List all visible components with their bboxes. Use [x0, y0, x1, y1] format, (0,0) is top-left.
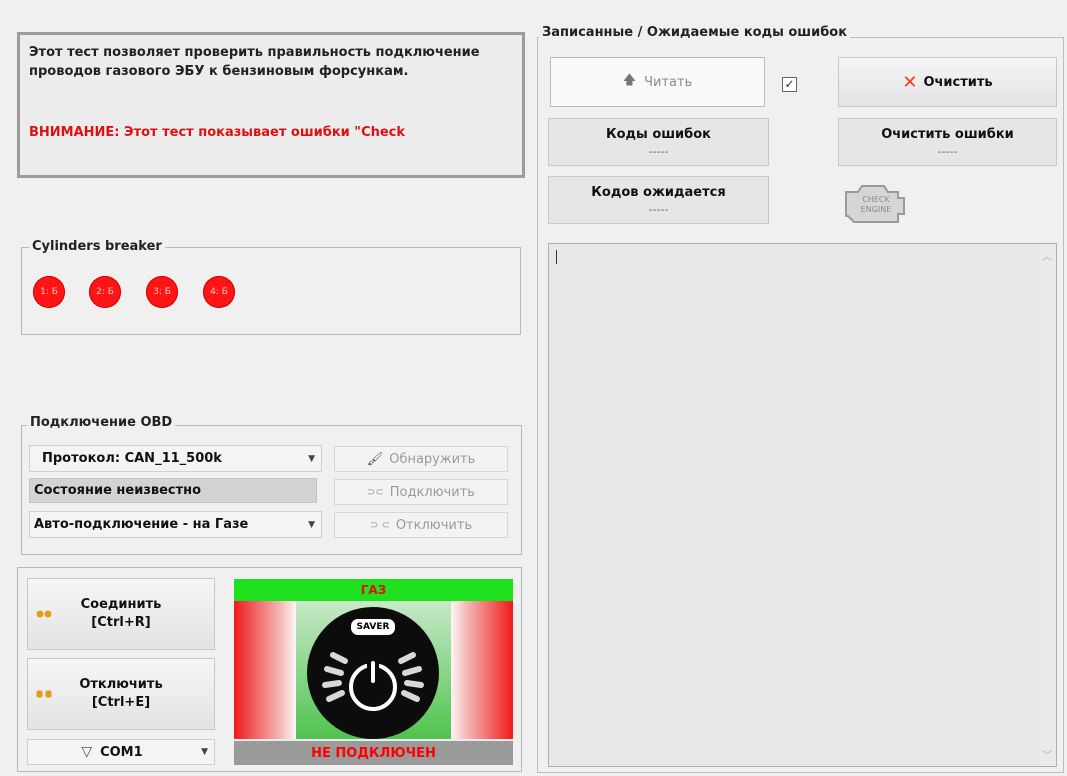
arrow-up-icon: 🡅 [622, 73, 637, 88]
fuel-mode-label: ГАЗ [360, 583, 387, 597]
detect-button[interactable]: 🖌 Обнаружить [334, 446, 508, 472]
clear-errors-label: Очистить ошибки [881, 127, 1014, 142]
read-button[interactable]: 🡅 Читать [550, 57, 765, 107]
obd-disconnect-button[interactable]: ⊃ ⊂ Отключить [334, 512, 508, 538]
disconnect-button[interactable]: Отключить [Ctrl+E] [27, 658, 215, 730]
disconnect-button-label: Отключить [79, 677, 163, 692]
error-log-textarea[interactable]: ︿ ﹀ [548, 243, 1057, 767]
error-codes-label: Коды ошибок [605, 127, 711, 142]
clear-errors-field[interactable]: Очистить ошибки ----- [838, 118, 1057, 166]
obd-connect-button-label: Подключить [389, 484, 475, 500]
connection-status-label: НЕ ПОДКЛЮЧЕН [311, 745, 436, 761]
brand-label: SAVER [356, 622, 390, 632]
read-option-checkbox[interactable]: ✓ [782, 77, 797, 92]
info-warning: ВНИМАНИЕ: Этот тест показывает ошибки "C… [29, 125, 406, 140]
chevron-down-icon: ▼ [201, 747, 208, 757]
protocol-select-value: Протокол: CAN_11_500k [42, 451, 222, 466]
auto-connect-select[interactable]: Авто-подключение - на Газе ▼ [29, 511, 322, 538]
obd-state-label: Состояние неизвестно [34, 483, 202, 498]
unplug-icon: ⊃ ⊂ [369, 519, 390, 531]
connect-button-shortcut: [Ctrl+R] [91, 615, 151, 630]
info-panel: Этот тест позволяет проверить правильнос… [17, 32, 525, 178]
connect-button-label: Соединить [80, 597, 162, 612]
cylinder-4-button[interactable]: 4: Б [203, 276, 235, 308]
text-cursor [556, 250, 557, 264]
cylinder-1-button[interactable]: 1: Б [33, 276, 65, 308]
error-codes-title: Записанные / Ожидаемые коды ошибок [539, 25, 851, 40]
check-engine-line2: ENGINE [860, 205, 892, 214]
com-port-value: COM1 [100, 744, 143, 760]
connection-status-banner: НЕ ПОДКЛЮЧЕН [234, 741, 513, 765]
check-engine-icon: CHECK ENGINE [838, 178, 914, 230]
obd-disconnect-button-label: Отключить [395, 517, 473, 533]
expected-codes-field: Кодов ожидается ----- [548, 176, 769, 224]
protocol-select[interactable]: Протокол: CAN_11_500k ▼ [29, 445, 322, 472]
plug-icon: ⊃⊂ [367, 486, 384, 498]
wand-icon: 🖌 [366, 451, 384, 467]
obd-connect-button[interactable]: ⊃⊂ Подключить [334, 479, 508, 505]
expected-codes-label: Кодов ожидается [591, 185, 726, 200]
connect-icon [36, 607, 52, 618]
check-engine-line1: CHECK [862, 195, 890, 204]
obd-state-field: Состояние неизвестно [29, 478, 317, 503]
clear-button[interactable]: ✕ Очистить [838, 57, 1057, 107]
read-button-label: Читать [644, 74, 693, 90]
chevron-down-icon: ▼ [308, 519, 315, 530]
obd-connection-title: Подключение OBD [27, 415, 176, 430]
scroll-down-icon[interactable]: ﹀ [1042, 747, 1052, 762]
close-icon: ✕ [902, 71, 918, 93]
fuel-mode-banner: ГАЗ [234, 579, 513, 601]
error-codes-value: ----- [648, 145, 669, 158]
clear-errors-value: ----- [937, 145, 958, 158]
cylinder-3-button[interactable]: 3: Б [146, 276, 178, 308]
connect-button[interactable]: Соединить [Ctrl+R] [27, 578, 215, 650]
error-codes-field: Коды ошибок ----- [548, 118, 769, 166]
expected-codes-value: ----- [648, 203, 669, 216]
port-icon: ▽ [81, 744, 93, 760]
cylinder-2-button[interactable]: 2: Б [89, 276, 121, 308]
status-indicator: ГАЗ SAVER НЕ ПОДКЛЮЧЕН [234, 579, 513, 765]
clear-button-label: Очистить [923, 74, 993, 90]
auto-connect-value: Авто-подключение - на Газе [34, 517, 249, 532]
com-port-select[interactable]: ▽ COM1 ▼ [27, 739, 215, 765]
vertical-scrollbar[interactable]: ︿ ﹀ [1038, 244, 1056, 766]
disconnect-button-shortcut: [Ctrl+E] [91, 695, 151, 710]
detect-button-label: Обнаружить [389, 451, 476, 467]
chevron-down-icon: ▼ [308, 453, 315, 464]
disconnect-icon [36, 687, 52, 698]
cylinders-breaker-title: Cylinders breaker [29, 239, 165, 254]
scroll-up-icon[interactable]: ︿ [1042, 248, 1052, 263]
info-description: Этот тест позволяет проверить правильнос… [29, 45, 480, 79]
